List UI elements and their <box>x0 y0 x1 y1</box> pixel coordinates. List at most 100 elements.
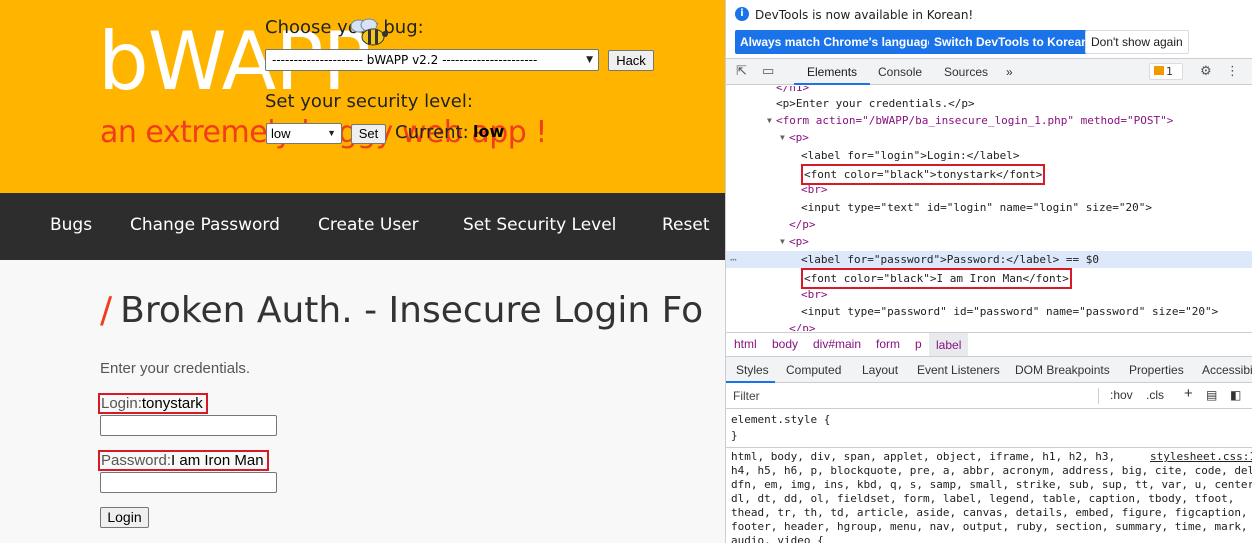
expand-triangle-icon[interactable]: ▼ <box>780 129 785 146</box>
tab-event-listeners[interactable]: Event Listeners <box>917 363 1000 377</box>
add-rule-icon[interactable]: + <box>1184 385 1193 402</box>
match-language-button[interactable]: Always match Chrome's language <box>735 30 940 54</box>
dom-line[interactable]: <label for="login">Login:</label> <box>726 147 1252 164</box>
breadcrumb-body[interactable]: body <box>772 337 798 351</box>
devtools-panel: i DevTools is now available in Korean! A… <box>725 0 1252 543</box>
security-level-select[interactable]: low ▼ <box>266 123 342 144</box>
selector-line: audio, video { <box>731 534 824 543</box>
breadcrumb-html[interactable]: html <box>734 337 757 351</box>
dom-line-text: <label for="password">Password:</label> … <box>801 253 1100 266</box>
breadcrumb-form[interactable]: form <box>876 337 900 351</box>
inspect-element-icon[interactable]: ⇱ <box>736 64 747 79</box>
tab-dom-breakpoints[interactable]: DOM Breakpoints <box>1015 363 1110 377</box>
active-subtab-indicator <box>726 381 775 383</box>
computed-styles-icon[interactable]: ▤ <box>1206 388 1217 402</box>
issues-count: 1 <box>1166 65 1173 78</box>
hov-button[interactable]: :hov <box>1110 388 1133 402</box>
dom-line[interactable]: <input type="text" id="login" name="logi… <box>726 199 1252 216</box>
dom-line[interactable]: <input type="password" id="password" nam… <box>726 303 1252 320</box>
stylesheet-link[interactable]: stylesheet.css:1 <box>1150 450 1252 463</box>
selector-line: thead, tr, th, td, article, aside, canva… <box>731 506 1248 519</box>
toggle-sidebar-icon[interactable]: ◧ <box>1230 388 1241 402</box>
security-level-label: Set your security level: <box>265 91 473 112</box>
info-icon: i <box>735 7 749 21</box>
element-style-rule[interactable]: element.style { <box>731 413 830 427</box>
dom-line[interactable]: ▼ <p> <box>726 233 1252 250</box>
dom-line[interactable]: <br> <box>726 181 1252 198</box>
dom-line-text: <p> <box>789 235 809 248</box>
ellipsis-icon[interactable]: ⋯ <box>730 251 737 268</box>
intro-text: Enter your credentials. <box>100 360 251 377</box>
title-slash: / <box>100 290 113 331</box>
breadcrumb-div-main[interactable]: div#main <box>813 337 861 351</box>
expand-triangle-icon[interactable]: ▼ <box>780 233 785 250</box>
issues-badge[interactable]: 1 <box>1149 63 1183 80</box>
dom-tree: </h1> <p>Enter your credentials.</p> ▼ <f… <box>726 86 1252 331</box>
gear-icon[interactable]: ⚙ <box>1200 64 1212 79</box>
element-style-close: } <box>731 429 738 442</box>
infobar-message: DevTools is now available in Korean! <box>755 8 974 22</box>
page-title: / Broken Auth. - Insecure Login Fo <box>100 293 703 329</box>
tab-sources[interactable]: Sources <box>944 65 988 79</box>
bug-select[interactable]: --------------------- bWAPP v2.2 -------… <box>265 49 599 71</box>
dom-line[interactable]: <p>Enter your credentials.</p> <box>726 95 1252 112</box>
breadcrumb-label[interactable]: label <box>929 333 969 357</box>
tab-layout[interactable]: Layout <box>862 363 898 377</box>
selector-line: h4, h5, h6, p, blockquote, pre, a, abbr,… <box>731 464 1252 477</box>
language-infobar: i DevTools is now available in Korean! A… <box>726 0 1252 58</box>
chevron-down-icon: ▼ <box>586 55 593 65</box>
active-tab-indicator <box>794 83 870 85</box>
password-value: I am Iron Man <box>171 452 264 469</box>
rule-divider <box>726 447 1252 448</box>
tab-console[interactable]: Console <box>878 65 922 79</box>
login-input[interactable] <box>100 415 277 436</box>
login-label: Login: <box>101 395 142 412</box>
filter-input[interactable]: Filter <box>733 389 760 403</box>
dom-line[interactable]: <br> <box>726 286 1252 303</box>
cls-button[interactable]: .cls <box>1146 388 1164 402</box>
dom-line[interactable]: ▼ <p> <box>726 129 1252 146</box>
menu-item-change-password[interactable]: Change Password <box>130 217 280 234</box>
menu-item-reset[interactable]: Reset <box>662 217 710 234</box>
menu-item-bugs[interactable]: Bugs <box>50 217 92 234</box>
dom-line[interactable]: <font color="black">tonystark</font> <box>726 164 1252 185</box>
switch-korean-button[interactable]: Switch DevTools to Korean <box>929 30 1094 54</box>
dom-line-text: <br> <box>801 288 828 301</box>
dom-line-text: <p>Enter your credentials.</p> <box>776 97 975 110</box>
dont-show-again-button[interactable]: Don't show again <box>1085 30 1189 54</box>
password-label: Password: <box>101 452 172 469</box>
dom-line-text: <br> <box>801 183 828 196</box>
dom-line-text: <input type="text" id="login" name="logi… <box>801 201 1152 214</box>
hack-button[interactable]: Hack <box>608 50 654 71</box>
tab-styles[interactable]: Styles <box>736 363 769 377</box>
password-input[interactable] <box>100 472 277 493</box>
dom-line-text: <p> <box>789 131 809 144</box>
dom-line[interactable]: <font color="black">I am Iron Man</font> <box>726 268 1252 289</box>
dom-line[interactable]: ▼ <form action="/bWAPP/ba_insecure_login_… <box>726 112 1252 129</box>
expand-triangle-icon[interactable]: ▼ <box>767 112 772 129</box>
breadcrumb-p[interactable]: p <box>915 337 922 351</box>
dom-line-selected[interactable]: ⋯ <label for="password">Password:</label>… <box>726 251 1252 268</box>
login-button[interactable]: Login <box>100 507 149 528</box>
selector-line: dl, dt, dd, ol, fieldset, form, label, l… <box>731 492 1235 505</box>
main-menu: Bugs Change Password Create User Set Sec… <box>0 193 725 260</box>
styles-tabbar: Styles Computed Layout Event Listeners D… <box>726 356 1252 383</box>
tab-accessibility[interactable]: Accessibil <box>1202 363 1252 377</box>
dom-line[interactable]: </p> <box>726 320 1252 331</box>
selector-line: html, body, div, span, applet, object, i… <box>731 450 1116 463</box>
tab-computed[interactable]: Computed <box>786 363 841 377</box>
menu-item-create-user[interactable]: Create User <box>318 217 419 234</box>
menu-item-set-security-level[interactable]: Set Security Level <box>463 217 616 234</box>
login-label-highlight: Login:tonystark <box>98 393 208 414</box>
more-tabs-icon[interactable]: » <box>1006 65 1013 79</box>
dom-line[interactable]: </p> <box>726 216 1252 233</box>
device-toolbar-icon[interactable]: ▭ <box>762 64 774 79</box>
current-level-value: low <box>473 122 505 141</box>
more-options-icon[interactable]: ⋮ <box>1226 64 1239 79</box>
dom-line-text: </p> <box>789 218 816 231</box>
dom-line-text: <input type="password" id="password" nam… <box>801 305 1219 318</box>
tab-elements[interactable]: Elements <box>807 65 857 79</box>
tab-properties[interactable]: Properties <box>1129 363 1184 377</box>
set-button[interactable]: Set <box>351 124 386 144</box>
selector-line: dfn, em, img, ins, kbd, q, s, samp, smal… <box>731 478 1252 491</box>
